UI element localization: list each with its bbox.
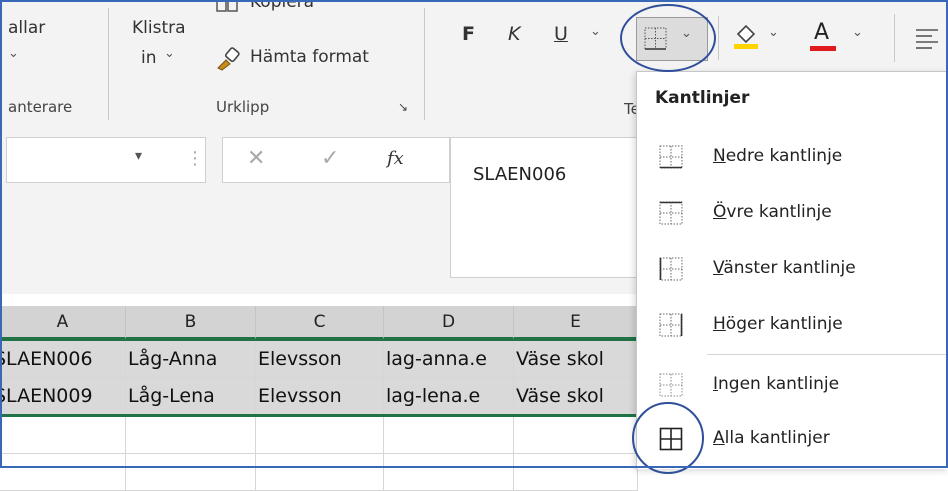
menu-item-label: Höger kantlinje — [713, 314, 843, 334]
formula-buttons: ✕ ✓ fx — [222, 137, 450, 183]
paint-bucket-icon — [734, 24, 758, 49]
menu-title: Kantlinjer — [655, 88, 750, 108]
menu-item-all-borders[interactable]: Alla kantlinjer — [637, 416, 948, 462]
cancel-icon[interactable]: ✕ — [247, 146, 265, 171]
cell-d3[interactable] — [384, 417, 514, 454]
format-painter-button[interactable]: Hämta format — [214, 44, 414, 74]
cell-a4[interactable] — [0, 454, 126, 491]
toolbar-divider — [718, 16, 719, 60]
formula-grip-icon: ⋮ — [186, 148, 204, 169]
menu-item-top-border[interactable]: Övre kantlinje — [637, 190, 948, 236]
menu-item-label: Nedre kantlinje — [713, 146, 843, 166]
menu-item-label: Ingen kantlinje — [713, 374, 840, 394]
formula-input[interactable]: SLAEN006 — [450, 137, 650, 278]
column-header-a[interactable]: A — [0, 306, 126, 339]
font-color-swatch — [810, 46, 836, 51]
menu-item-label: Alla kantlinjer — [713, 428, 830, 448]
no-border-icon — [659, 373, 683, 397]
cell-e3[interactable] — [514, 417, 638, 454]
cell-a3[interactable] — [0, 417, 126, 454]
left-group-name: anterare — [8, 98, 73, 116]
clipboard-launcher-icon[interactable]: ↘ — [398, 100, 408, 114]
borders-menu: Kantlinjer Nedre kantlinje Övre kantlinj… — [636, 71, 948, 469]
menu-item-left-border[interactable]: Vänster kantlinje — [637, 246, 948, 292]
column-header-b[interactable]: B — [126, 306, 256, 339]
font-color-button[interactable]: A ⌄ — [808, 18, 872, 62]
fill-chevron-icon: ⌄ — [768, 25, 779, 40]
underline-chevron-icon[interactable]: ⌄ — [590, 24, 601, 39]
font-color-chevron-icon: ⌄ — [852, 25, 863, 40]
cell-e2[interactable]: Väse skol — [514, 378, 638, 415]
cell-c1[interactable]: Elevsson — [256, 341, 384, 378]
borders-chevron-icon: ⌄ — [681, 26, 692, 41]
clipboard-group-name: Urklipp — [216, 98, 270, 116]
fill-color-button[interactable]: ⌄ — [730, 18, 794, 62]
name-box[interactable]: ▾ — [6, 137, 206, 183]
left-group-chevron-icon[interactable]: ⌄ — [8, 46, 19, 61]
column-header-e[interactable]: E — [514, 306, 638, 339]
cell-a1[interactable]: SLAEN006 — [0, 341, 126, 378]
enter-icon[interactable]: ✓ — [321, 146, 339, 171]
paste-label-line2: in — [141, 48, 157, 68]
menu-item-label: Övre kantlinje — [713, 202, 832, 222]
cell-d1[interactable]: lag-anna.e — [384, 341, 514, 378]
font-color-letter: A — [814, 20, 830, 45]
bottom-border-icon — [659, 145, 683, 169]
align-icon[interactable] — [914, 26, 940, 50]
paste-chevron-icon: ⌄ — [164, 46, 175, 61]
copy-label: Kopiera — [250, 0, 315, 12]
cell-a2[interactable]: SLAEN009 — [0, 378, 126, 415]
cell-b2[interactable]: Låg-Lena — [126, 378, 256, 415]
cell-b3[interactable] — [126, 417, 256, 454]
top-border-icon — [659, 201, 683, 225]
group-divider — [108, 8, 109, 120]
cell-b4[interactable] — [126, 454, 256, 491]
column-header-c[interactable]: C — [256, 306, 384, 339]
copy-button[interactable]: Kopiera — [214, 0, 364, 14]
insert-function-icon[interactable]: fx — [387, 148, 404, 169]
cell-c2[interactable]: Elevsson — [256, 378, 384, 415]
cell-d4[interactable] — [384, 454, 514, 491]
left-border-icon — [659, 257, 683, 281]
cell-e1[interactable]: Väse skol — [514, 341, 638, 378]
cell-d2[interactable]: lag-lena.e — [384, 378, 514, 415]
italic-button[interactable]: K — [508, 23, 520, 45]
format-painter-label: Hämta format — [250, 47, 369, 67]
cell-e4[interactable] — [514, 454, 638, 491]
left-group-label[interactable]: allar — [8, 18, 45, 38]
cell-c4[interactable] — [256, 454, 384, 491]
paste-button[interactable]: Klistra in ⌄ — [124, 12, 204, 78]
menu-item-label: Vänster kantlinje — [713, 258, 856, 278]
menu-item-right-border[interactable]: Höger kantlinje — [637, 302, 948, 348]
right-border-icon — [659, 313, 683, 337]
toolbar-divider — [894, 14, 895, 62]
border-grid-icon — [644, 27, 667, 50]
menu-item-no-border[interactable]: Ingen kantlinje — [637, 362, 948, 408]
bold-button[interactable]: F — [462, 23, 475, 45]
name-box-dropdown-icon[interactable]: ▾ — [135, 148, 142, 164]
formula-value: SLAEN006 — [473, 164, 567, 185]
menu-item-bottom-border[interactable]: Nedre kantlinje — [637, 134, 948, 180]
paste-label: Klistra — [132, 18, 186, 38]
column-header-d[interactable]: D — [384, 306, 514, 339]
selection-border — [0, 339, 640, 341]
cell-c3[interactable] — [256, 417, 384, 454]
underline-button[interactable]: U — [554, 23, 568, 45]
group-divider — [424, 8, 425, 120]
menu-divider — [707, 354, 948, 355]
paintbrush-icon — [217, 47, 240, 71]
selection-border — [0, 414, 640, 417]
all-borders-icon — [659, 427, 683, 451]
copy-icon — [216, 0, 238, 12]
cell-b1[interactable]: Låg-Anna — [126, 341, 256, 378]
borders-button[interactable]: ⌄ — [636, 17, 708, 61]
